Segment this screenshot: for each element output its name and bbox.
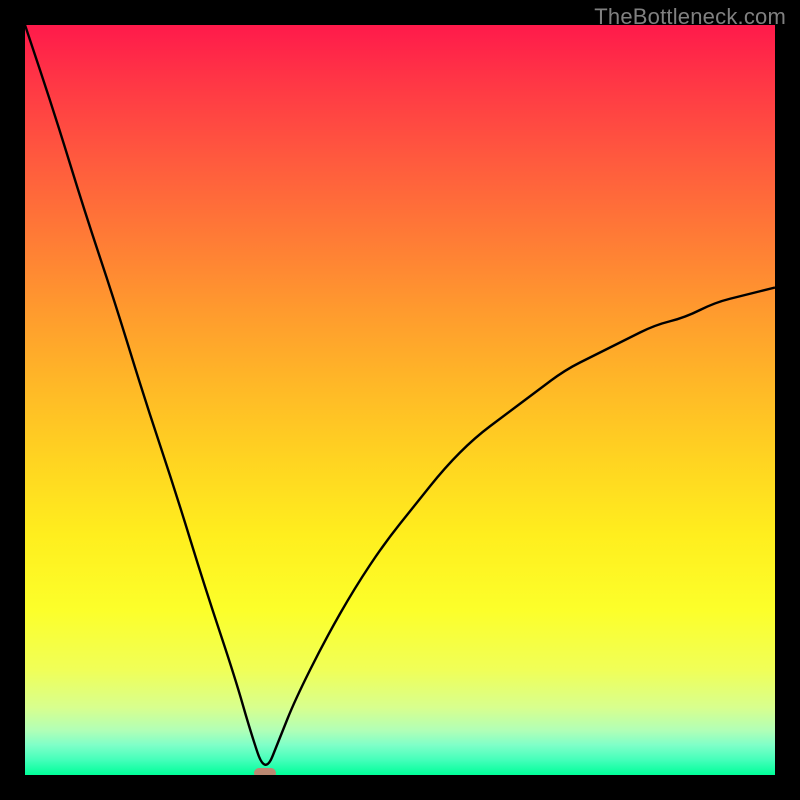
curve-layer <box>25 25 775 775</box>
watermark-text: TheBottleneck.com <box>594 4 786 30</box>
plot-area <box>25 25 775 775</box>
bottleneck-curve <box>25 25 775 765</box>
optimum-marker <box>254 768 276 775</box>
chart-frame: TheBottleneck.com <box>0 0 800 800</box>
